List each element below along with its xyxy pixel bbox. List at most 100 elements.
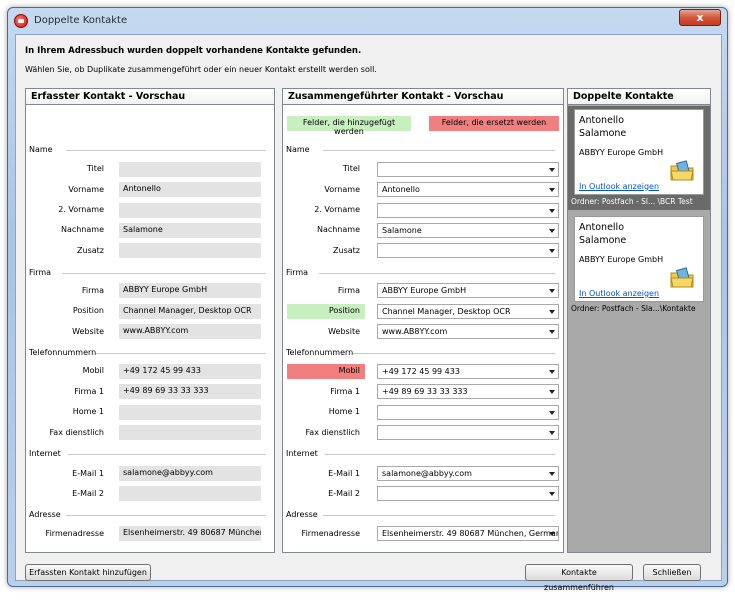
merged-firma-dropdown[interactable]: ABBYY Europe GmbH bbox=[377, 283, 559, 298]
merged-mobil-dropdown[interactable]: +49 172 45 99 433 bbox=[377, 364, 559, 379]
label-website: Website bbox=[328, 327, 360, 336]
label-fax: Fax dienstlich bbox=[49, 428, 104, 437]
section-adresse: Adresse bbox=[29, 510, 61, 519]
duplicate-last-name: Salamone bbox=[579, 235, 627, 246]
dialog-client: In Ihrem Adressbuch wurden doppelt vorha… bbox=[15, 34, 722, 592]
section-firma: Firma bbox=[29, 268, 52, 277]
label-home1: Home 1 bbox=[72, 407, 104, 416]
chevron-down-icon bbox=[549, 411, 555, 415]
duplicate-first-name: Antonello bbox=[579, 222, 625, 233]
label-email1: E-Mail 1 bbox=[72, 469, 104, 478]
label-titel: Titel bbox=[86, 164, 104, 173]
duplicate-card[interactable]: Antonello Salamone ABBYY Europe GmbH In … bbox=[574, 216, 704, 302]
chevron-down-icon bbox=[549, 168, 555, 172]
merged-nachname-dropdown[interactable]: Salamone bbox=[377, 223, 559, 238]
chevron-down-icon bbox=[549, 492, 555, 496]
chevron-down-icon bbox=[549, 310, 555, 314]
captured-firma: ABBYY Europe GmbH bbox=[119, 283, 261, 298]
chevron-down-icon bbox=[549, 229, 555, 233]
merged-nachname-value: Salamone bbox=[382, 226, 422, 235]
merged-contact-panel: Zusammengeführter Kontakt - Vorschau Fel… bbox=[282, 88, 564, 553]
info-heading: In Ihrem Adressbuch wurden doppelt vorha… bbox=[25, 46, 362, 56]
captured-position: Channel Manager, Desktop OCR bbox=[119, 304, 261, 319]
merged-email1-dropdown[interactable]: salamone@abbyy.com bbox=[377, 466, 559, 481]
label-zusatz: Zusatz bbox=[77, 246, 104, 255]
label-firma1: Firma 1 bbox=[74, 387, 104, 396]
label-firma1: Firma 1 bbox=[330, 387, 360, 396]
duplicate-company: ABBYY Europe GmbH bbox=[579, 255, 664, 264]
captured-mobil: +49 172 45 99 433 bbox=[119, 364, 261, 379]
merged-vorname-dropdown[interactable]: Antonello bbox=[377, 182, 559, 197]
section-divider bbox=[323, 150, 555, 151]
merged-firma-value: ABBYY Europe GmbH bbox=[382, 286, 467, 295]
captured-contact-panel: Erfasster Kontakt - Vorschau Name Titel … bbox=[25, 88, 275, 553]
add-captured-contact-button[interactable]: Erfassten Kontakt hinzufügen bbox=[25, 564, 151, 581]
chevron-down-icon bbox=[549, 532, 555, 536]
merged-position-value: Channel Manager, Desktop OCR bbox=[382, 307, 511, 316]
duplicate-last-name: Salamone bbox=[579, 128, 627, 139]
label-email2: E-Mail 2 bbox=[328, 489, 360, 498]
chevron-down-icon bbox=[549, 370, 555, 374]
captured-titel bbox=[119, 162, 261, 177]
section-firma: Firma bbox=[286, 268, 309, 277]
captured-vorname2 bbox=[119, 203, 261, 218]
duplicates-title: Doppelte Kontakte bbox=[568, 89, 710, 105]
open-in-outlook-link[interactable]: In Outlook anzeigen bbox=[579, 182, 659, 191]
window-title: Doppelte Kontakte bbox=[34, 15, 128, 26]
section-divider bbox=[325, 454, 555, 455]
merged-vorname2-dropdown[interactable] bbox=[377, 203, 559, 218]
merged-website-dropdown[interactable]: www.AB8YY.com bbox=[377, 324, 559, 339]
label-fax: Fax dienstlich bbox=[305, 428, 360, 437]
label-position: Position bbox=[72, 306, 104, 315]
section-divider bbox=[66, 150, 266, 151]
duplicate-card[interactable]: Antonello Salamone ABBYY Europe GmbH In … bbox=[574, 109, 704, 195]
chevron-down-icon bbox=[549, 390, 555, 394]
app-icon bbox=[14, 14, 28, 28]
label-titel: Titel bbox=[342, 164, 360, 173]
label-vorname2: 2. Vorname bbox=[58, 205, 104, 214]
merged-position-dropdown[interactable]: Channel Manager, Desktop OCR bbox=[377, 304, 559, 319]
section-divider bbox=[319, 273, 555, 274]
section-divider bbox=[353, 353, 555, 354]
merged-firma1-dropdown[interactable]: +49 89 69 33 33 333 bbox=[377, 384, 559, 399]
merged-firma1-value: +49 89 69 33 33 333 bbox=[382, 387, 468, 396]
captured-fax bbox=[119, 425, 261, 440]
section-internet: Internet bbox=[286, 449, 318, 458]
label-website: Website bbox=[72, 327, 104, 336]
duplicate-first-name: Antonello bbox=[579, 115, 625, 126]
chevron-down-icon bbox=[549, 431, 555, 435]
chevron-down-icon bbox=[549, 209, 555, 213]
merged-zusatz-dropdown[interactable] bbox=[377, 243, 559, 258]
close-window-button[interactable]: x bbox=[679, 9, 721, 26]
merge-contacts-button[interactable]: Kontakte zusammenführen bbox=[525, 564, 633, 592]
section-divider bbox=[66, 515, 266, 516]
duplicate-folder: Ordner: Postfach - Sl... \BCR Test bbox=[571, 197, 693, 206]
label-email2: E-Mail 2 bbox=[72, 489, 104, 498]
label-mobil: Mobil bbox=[338, 366, 360, 375]
open-in-outlook-link[interactable]: In Outlook anzeigen bbox=[579, 289, 659, 298]
chevron-down-icon bbox=[549, 249, 555, 253]
merged-firmenadresse-dropdown[interactable]: Elsenheimerstr. 49 80687 München, Germar bbox=[377, 526, 559, 541]
captured-nachname: Salamone bbox=[119, 223, 261, 238]
merged-titel-dropdown[interactable] bbox=[377, 162, 559, 177]
merged-email2-dropdown[interactable] bbox=[377, 486, 559, 501]
captured-firma1: +49 89 69 33 33 333 bbox=[119, 384, 261, 399]
legend-added: Felder, die hinzugefügt werden bbox=[287, 116, 411, 136]
chevron-down-icon bbox=[549, 289, 555, 293]
merged-email1-value: salamone@abbyy.com bbox=[382, 469, 472, 478]
label-vorname: Vorname bbox=[324, 185, 360, 194]
captured-home1 bbox=[119, 405, 261, 420]
section-telefon: Telefonnummern bbox=[29, 348, 97, 357]
section-divider bbox=[96, 353, 266, 354]
merged-fax-dropdown[interactable] bbox=[377, 425, 559, 440]
dialog-window: Doppelte Kontakte x In Ihrem Adressbuch … bbox=[7, 7, 728, 592]
label-vorname2: 2. Vorname bbox=[314, 205, 360, 214]
label-firma: Firma bbox=[81, 286, 104, 295]
section-divider bbox=[323, 515, 555, 516]
label-nachname: Nachname bbox=[60, 225, 104, 234]
merged-mobil-value: +49 172 45 99 433 bbox=[382, 367, 460, 376]
duplicate-company: ABBYY Europe GmbH bbox=[579, 148, 664, 157]
close-button[interactable]: Schließen bbox=[643, 564, 701, 581]
section-adresse: Adresse bbox=[286, 510, 318, 519]
merged-home1-dropdown[interactable] bbox=[377, 405, 559, 420]
